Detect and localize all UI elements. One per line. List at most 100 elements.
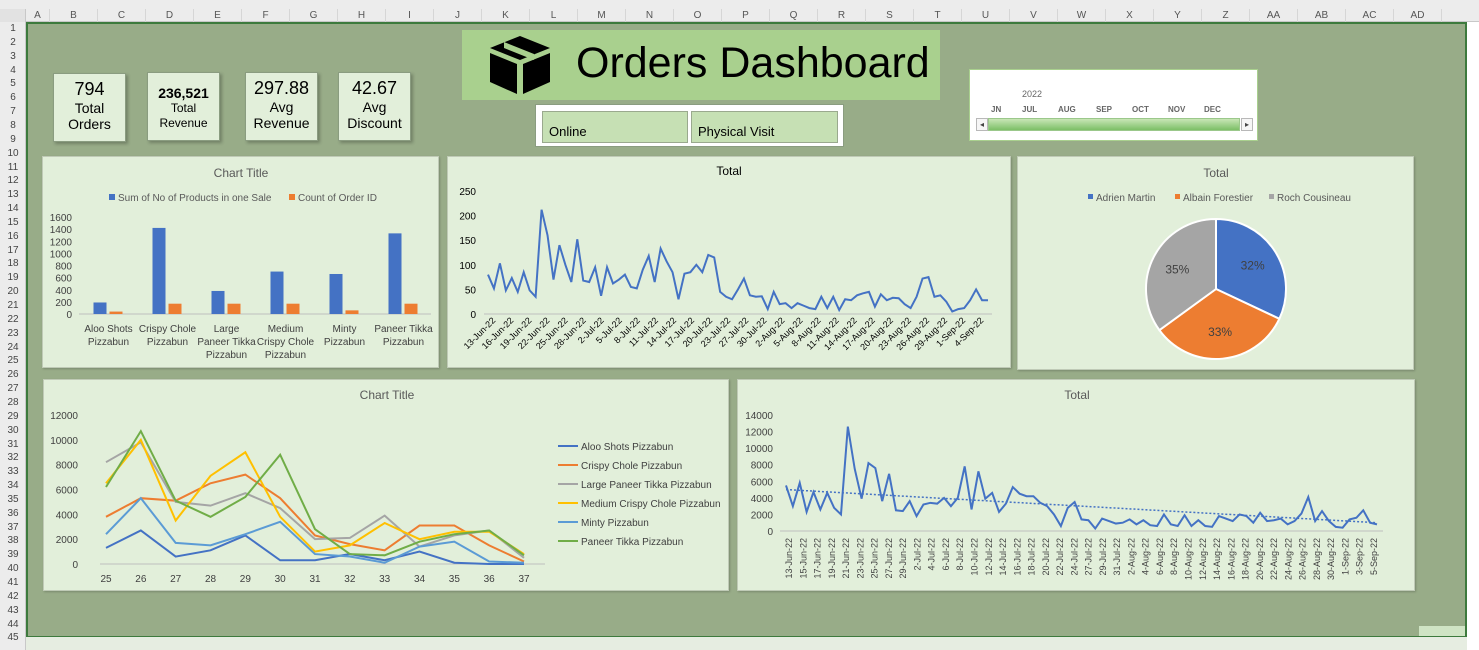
row-header[interactable]: 18 [0,257,26,271]
row-header[interactable]: 3 [0,50,26,64]
x-tick-label: 30-Aug-22 [1326,538,1336,580]
chart-sales-by-person[interactable]: Total Adrien Martin Albain Forestier Roch C… [1017,156,1414,370]
row-header[interactable]: 43 [0,604,26,618]
row-header[interactable]: 11 [0,161,26,175]
row-header[interactable]: 1 [0,22,26,36]
timeline-selection-bar[interactable] [988,118,1240,131]
column-header[interactable]: P [722,9,770,22]
column-header[interactable]: A [26,9,50,22]
timeline-scroll-right[interactable]: ▸ [1241,118,1253,131]
column-header[interactable]: E [194,9,242,22]
column-header[interactable]: X [1106,9,1154,22]
row-header[interactable]: 44 [0,618,26,632]
row-header[interactable]: 42 [0,590,26,604]
column-header[interactable]: T [914,9,962,22]
row-header[interactable]: 30 [0,424,26,438]
column-header[interactable]: V [1010,9,1058,22]
row-header[interactable]: 20 [0,285,26,299]
row-header[interactable]: 34 [0,479,26,493]
row-header[interactable]: 22 [0,313,26,327]
column-header[interactable]: H [338,9,386,22]
timeline-month[interactable]: SEP [1096,105,1112,114]
chart-weekly-by-item[interactable]: Chart Title 0 2000 4000 6000 8000 10000 12000 25… [43,379,729,591]
row-header[interactable]: 27 [0,382,26,396]
chart-revenue-trend[interactable]: Total 0 2000 4000 6000 8000 10000 12000 14000 13-… [737,379,1415,591]
row-header[interactable]: 14 [0,202,26,216]
row-header[interactable]: 31 [0,438,26,452]
kpi-total-orders[interactable]: 794 Total Orders [53,73,126,142]
select-all-corner[interactable] [0,9,26,22]
timeline-month[interactable]: AUG [1058,105,1076,114]
timeline-month[interactable]: DEC [1204,105,1221,114]
chart-total-orders-trend[interactable]: Total 0 50 100 150 200 250 13-Jun-22 16-Jun-22 19… [447,156,1011,368]
column-header[interactable]: O [674,9,722,22]
kpi-avg-discount[interactable]: 42.67 Avg Discount [338,72,411,141]
row-header[interactable]: 41 [0,576,26,590]
row-header[interactable]: 32 [0,451,26,465]
timeline-month[interactable]: JN [991,105,1001,114]
row-header[interactable]: 19 [0,271,26,285]
kpi-avg-revenue[interactable]: 297.88 Avg Revenue [245,72,318,141]
row-header[interactable]: 12 [0,174,26,188]
column-header[interactable]: U [962,9,1010,22]
row-header[interactable]: 28 [0,396,26,410]
row-header[interactable]: 38 [0,534,26,548]
column-header[interactable]: AB [1298,9,1346,22]
row-header[interactable]: 2 [0,36,26,50]
column-header[interactable]: R [818,9,866,22]
column-header[interactable]: D [146,9,194,22]
column-header[interactable]: Q [770,9,818,22]
kpi-total-revenue[interactable]: 236,521 Total Revenue [147,72,220,141]
row-header[interactable]: 16 [0,230,26,244]
selection-handle[interactable] [1419,626,1465,636]
timeline-scroll-left[interactable]: ◂ [976,118,988,131]
row-header[interactable]: 45 [0,631,26,645]
row-header[interactable]: 26 [0,368,26,382]
column-header[interactable]: B [50,9,98,22]
chart-products-by-item[interactable]: Chart Title Sum of No of Products in one … [42,156,439,368]
timeline-month[interactable]: JUL [1022,105,1037,114]
column-header[interactable]: F [242,9,290,22]
row-header[interactable]: 9 [0,133,26,147]
row-header[interactable]: 24 [0,341,26,355]
column-header[interactable]: AD [1394,9,1442,22]
row-header[interactable]: 13 [0,188,26,202]
column-header[interactable]: I [386,9,434,22]
column-header[interactable]: Z [1202,9,1250,22]
row-header[interactable]: 17 [0,244,26,258]
column-header[interactable]: J [434,9,482,22]
row-header[interactable]: 15 [0,216,26,230]
slicer-item-online[interactable]: Online [542,111,688,143]
column-header[interactable]: AA [1250,9,1298,22]
column-header[interactable]: AC [1346,9,1394,22]
column-header[interactable]: K [482,9,530,22]
timeline-month[interactable]: NOV [1168,105,1185,114]
row-header[interactable]: 21 [0,299,26,313]
row-header[interactable]: 36 [0,507,26,521]
row-header[interactable]: 29 [0,410,26,424]
row-header[interactable]: 23 [0,327,26,341]
column-header[interactable]: W [1058,9,1106,22]
row-header[interactable]: 39 [0,548,26,562]
row-header[interactable]: 7 [0,105,26,119]
row-header[interactable]: 35 [0,493,26,507]
row-header[interactable]: 5 [0,77,26,91]
timeline-month[interactable]: OCT [1132,105,1149,114]
x-tick-label: 20-Jul-22 [1041,538,1051,576]
row-header[interactable]: 6 [0,91,26,105]
row-header[interactable]: 8 [0,119,26,133]
row-header[interactable]: 10 [0,147,26,161]
row-header[interactable]: 40 [0,562,26,576]
column-header[interactable]: G [290,9,338,22]
row-header[interactable]: 4 [0,64,26,78]
column-header[interactable]: C [98,9,146,22]
column-header[interactable]: S [866,9,914,22]
column-header[interactable]: N [626,9,674,22]
row-header[interactable]: 25 [0,354,26,368]
column-header[interactable]: Y [1154,9,1202,22]
column-header[interactable]: M [578,9,626,22]
row-header[interactable]: 33 [0,465,26,479]
slicer-item-physical-visit[interactable]: Physical Visit [691,111,838,143]
column-header[interactable]: L [530,9,578,22]
row-header[interactable]: 37 [0,521,26,535]
